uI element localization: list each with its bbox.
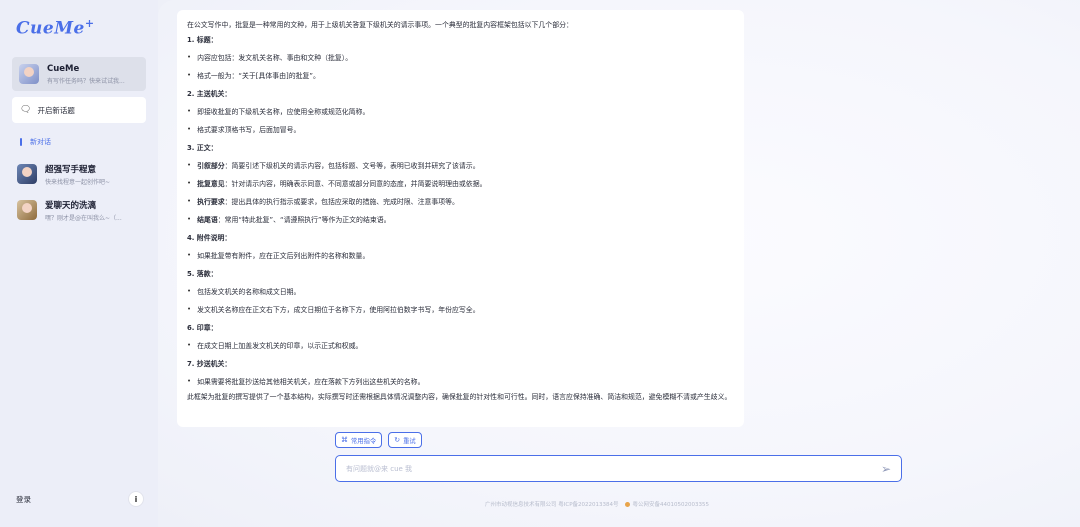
list-item: 结尾语：常用“特此批复”、“请遵照执行”等作为正文的结束语。 bbox=[187, 210, 734, 228]
footer-note: 广州市动视信息技术有限公司 粤ICP备2022013384号 粤公网安备4401… bbox=[485, 500, 709, 508]
common-commands-label: 常用指令 bbox=[351, 437, 377, 445]
login-link[interactable]: 登录 bbox=[16, 494, 31, 505]
list-item: 执行要求：提出具体的执行指示或要求，包括应采取的措施、完成时限、注意事项等。 bbox=[187, 192, 734, 210]
section-heading: 3. 正文： bbox=[187, 138, 734, 156]
chat-input-box: ➢ bbox=[335, 455, 902, 482]
icp-link[interactable]: 广州市动视信息技术有限公司 粤ICP备2022013384号 bbox=[485, 500, 619, 508]
chat-subtitle: 快来找程意一起创作吧~ bbox=[45, 178, 111, 186]
chat-subtitle: 嘿？刚才是@在叫我么~（... bbox=[45, 214, 122, 222]
item-text: ：简要引述下级机关的请示内容，包括标题、文号等，表明已收到并研究了该请示。 bbox=[224, 162, 480, 170]
assistant-message: 在公文写作中，批复是一种常用的文种，用于上级机关答复下级机关的请示事项。一个典型… bbox=[177, 10, 744, 427]
bot-card-text: CueMe 有写作任务吗？快来试试我... bbox=[47, 64, 125, 85]
command-icon: ⌘ bbox=[341, 436, 348, 444]
list-item: 引叙部分：简要引述下级机关的请示内容，包括标题、文号等，表明已收到并研究了该请示… bbox=[187, 156, 734, 174]
list-item: 在成文日期上加盖发文机关的印章，以示正式和权威。 bbox=[187, 336, 734, 354]
section-heading: 6. 印章： bbox=[187, 318, 734, 336]
list-item: 如果需要将批复抄送给其他相关机关，应在落款下方列出这些机关的名称。 bbox=[187, 372, 734, 390]
section-heading: 7. 抄送机关： bbox=[187, 354, 734, 372]
chat-text: 超强写手程意 快来找程意一起创作吧~ bbox=[45, 163, 110, 186]
list-item: 批复意见：针对请示内容，明确表示同意、不同意或部分同意的态度，并简要说明理由或依… bbox=[187, 174, 734, 192]
sidebar-item-new-chat[interactable]: 新对话 bbox=[12, 135, 146, 149]
heading-text: 6. 印章： bbox=[187, 324, 218, 332]
list-item: 格式一般为：“关于[具体事由]的批复”。 bbox=[187, 66, 734, 84]
avatar bbox=[17, 200, 37, 220]
item-label: 引叙部分 bbox=[197, 162, 225, 170]
heading-text: 7. 抄送机关： bbox=[187, 360, 232, 368]
heading-text: 1. 标题： bbox=[187, 36, 218, 44]
avatar bbox=[17, 164, 37, 184]
sidebar-item-chat-1[interactable]: 超强写手程意 快来找程意一起创作吧~ bbox=[12, 161, 146, 187]
logo-mark: + bbox=[84, 17, 95, 30]
new-topic-label: 开启新话题 bbox=[37, 105, 75, 115]
bot-card-cueme[interactable]: CueMe 有写作任务吗？快来试试我... bbox=[12, 57, 146, 91]
common-commands-button[interactable]: ⌘ 常用指令 bbox=[335, 432, 383, 448]
info-circle-icon[interactable]: i bbox=[128, 491, 144, 507]
item-label: 批复意见 bbox=[197, 180, 225, 188]
chat-text: 爱聊天的洗漓 嘿？刚才是@在叫我么~（... bbox=[45, 199, 122, 222]
item-text: ：针对请示内容，明确表示同意、不同意或部分同意的态度，并简要说明理由或依据。 bbox=[224, 180, 487, 188]
list-item: 发文机关名称应在正文右下方，成文日期位于名称下方，使用阿拉伯数字书写，年份应写全… bbox=[187, 300, 734, 318]
logo-text: CueMe bbox=[16, 18, 85, 39]
sidebar-footer: 登录 i bbox=[16, 491, 144, 507]
message-actions: ⌘ 常用指令 ↻ 重试 bbox=[335, 432, 422, 448]
item-label: 执行要求 bbox=[197, 198, 225, 206]
message-closing: 此框架为批复的撰写提供了一个基本结构，实际撰写时还需根据具体情况调整内容，确保批… bbox=[187, 393, 732, 401]
section-heading: 5. 落款： bbox=[187, 264, 734, 282]
active-indicator bbox=[20, 138, 22, 146]
heading-text: 5. 落款： bbox=[187, 270, 218, 278]
list-item: 格式要求顶格书写，后面加冒号。 bbox=[187, 120, 734, 138]
police-badge-icon bbox=[624, 501, 630, 507]
refresh-icon: ↻ bbox=[394, 436, 401, 444]
item-text: ：提出具体的执行指示或要求，包括应采取的措施、完成时限、注意事项等。 bbox=[224, 198, 459, 206]
heading-text: 4. 附件说明： bbox=[187, 234, 232, 242]
retry-button[interactable]: ↻ 重试 bbox=[388, 432, 422, 448]
list-item: 包括发文机关的名称和成文日期。 bbox=[187, 282, 734, 300]
list-item: 内容应包括：发文机关名称、事由和文种（批复）。 bbox=[187, 48, 734, 66]
bot-subtitle: 有写作任务吗？快来试试我... bbox=[47, 77, 125, 85]
sidebar-item-chat-2[interactable]: 爱聊天的洗漓 嘿？刚才是@在叫我么~（... bbox=[12, 197, 146, 223]
bot-name: CueMe bbox=[47, 63, 80, 74]
retry-label: 重试 bbox=[403, 437, 416, 445]
chat-bubble-icon: 🗨 bbox=[20, 105, 32, 115]
chat-input[interactable] bbox=[346, 464, 881, 473]
logo: CueMe+ bbox=[16, 17, 146, 43]
section-heading: 2. 主送机关： bbox=[187, 84, 734, 102]
list-item: 如果批复带有附件，应在正文后列出附件的名称和数量。 bbox=[187, 246, 734, 264]
chat-title: 超强写手程意 bbox=[45, 164, 97, 175]
item-text: ：常用“特此批复”、“请遵照执行”等作为正文的结束语。 bbox=[217, 216, 391, 224]
chat-title: 爱聊天的洗漓 bbox=[45, 200, 97, 211]
section-heading: 4. 附件说明： bbox=[187, 228, 734, 246]
heading-text: 2. 主送机关： bbox=[187, 90, 232, 98]
police-link[interactable]: 粤公网安备44010502003355 bbox=[633, 500, 710, 508]
section-heading: 1. 标题： bbox=[187, 30, 734, 48]
avatar bbox=[19, 64, 39, 84]
new-chat-label: 新对话 bbox=[30, 138, 51, 146]
list-item: 即接收批复的下级机关名称，应使用全称或规范化简称。 bbox=[187, 102, 734, 120]
item-label: 结尾语 bbox=[197, 216, 218, 224]
new-topic-button[interactable]: 🗨 开启新话题 bbox=[12, 97, 146, 123]
heading-text: 3. 正文： bbox=[187, 144, 218, 152]
sidebar: CueMe+ CueMe 有写作任务吗？快来试试我... 🗨 开启新话题 新对话… bbox=[0, 0, 158, 527]
paper-plane-icon[interactable]: ➢ bbox=[881, 462, 891, 476]
message-intro: 在公文写作中，批复是一种常用的文种，用于上级机关答复下级机关的请示事项。一个典型… bbox=[187, 21, 573, 29]
